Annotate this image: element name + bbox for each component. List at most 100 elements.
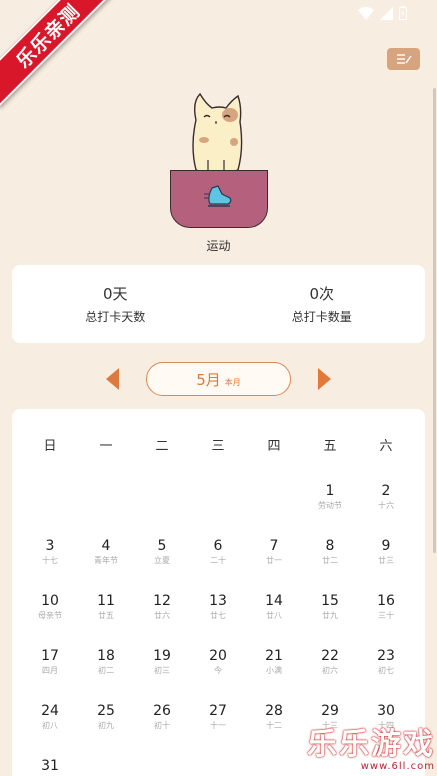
month-sub-label: 本月 [224,378,241,387]
day-lunar-label: 初七 [378,666,394,675]
calendar-day[interactable]: 6 二十 [190,520,246,575]
calendar-day[interactable]: 5 立夏 [134,520,190,575]
day-number: 8 [325,538,335,554]
day-lunar-label: 初九 [98,721,114,730]
calendar: 日 一 二 三 四 五 六 1 劳动节 2 十六 3 十七 4 青年节 5 立夏 6 二十 7 廿一 8 廿二 9 廿三 10 母亲… [12,409,425,776]
scrollbar[interactable] [433,88,436,553]
calendar-empty-cell [134,465,190,520]
day-lunar-label: 今 [214,666,222,675]
day-lunar-label: 初六 [322,666,338,675]
wifi-icon [358,6,374,20]
previous-month-arrow-icon[interactable] [106,368,119,390]
weekday-header: 二 [155,439,169,454]
calendar-day[interactable]: 24 初八 [22,685,78,740]
calendar-day[interactable]: 3 十七 [22,520,78,575]
day-number: 20 [209,648,227,664]
day-number: 28 [265,703,283,719]
day-lunar-label: 廿一 [266,556,282,565]
calendar-empty-cell [246,740,302,776]
calendar-day[interactable]: 19 初三 [134,630,190,685]
calendar-day[interactable]: 1 劳动节 [302,465,358,520]
calendar-day[interactable]: 13 廿七 [190,575,246,630]
day-lunar-label: 十一 [210,721,226,730]
day-lunar-label: 二十 [210,556,226,565]
day-number: 30 [377,703,395,719]
day-number: 29 [321,703,339,719]
day-number: 5 [157,538,167,554]
day-lunar-label: 廿三 [378,556,394,565]
stats-card: 0天 总打卡天数 0次 总打卡数量 [12,265,425,343]
month-selector[interactable]: 5月 本月 [146,362,291,396]
list-edit-icon [396,50,412,69]
calendar-day[interactable]: 10 母亲节 [22,575,78,630]
watermark-url: www.6ll.com [360,761,435,772]
weekday-header: 五 [323,439,337,454]
calendar-day[interactable]: 22 初六 [302,630,358,685]
day-lunar-label: 初八 [42,721,58,730]
day-lunar-label: 三十 [378,611,394,620]
calendar-day[interactable]: 17 四月 [22,630,78,685]
calendar-day[interactable]: 26 初十 [134,685,190,740]
day-lunar-label: 劳动节 [318,501,342,510]
day-lunar-label: 廿七 [210,611,226,620]
day-number: 13 [209,593,227,609]
calendar-grid: 日 一 二 三 四 五 六 1 劳动节 2 十六 3 十七 4 青年节 5 立夏 6 二十 7 廿一 8 廿二 9 廿三 10 母亲… [22,427,414,776]
calendar-day[interactable]: 27 十一 [190,685,246,740]
calendar-day[interactable]: 21 小满 [246,630,302,685]
weekday-header: 六 [379,439,393,454]
activity-pocket[interactable] [170,170,268,228]
day-number: 7 [269,538,279,554]
day-number: 1 [325,483,335,499]
watermark: 乐乐游戏 www.6ll.com [307,727,435,773]
day-number: 22 [321,648,339,664]
calendar-day[interactable]: 9 廿三 [358,520,414,575]
day-lunar-label: 廿五 [98,611,114,620]
cat-illustration [186,90,246,180]
sneaker-icon [204,184,234,214]
day-lunar-label: 立夏 [154,556,170,565]
stat-value: 0天 [102,285,128,303]
day-number: 23 [377,648,395,664]
weekday-header: 一 [99,439,113,454]
calendar-empty-cell [190,465,246,520]
calendar-day[interactable]: 15 廿九 [302,575,358,630]
day-number: 31 [41,758,59,774]
calendar-day[interactable]: 7 廿一 [246,520,302,575]
stat-value: 0次 [309,285,335,303]
day-number: 4 [101,538,111,554]
day-lunar-label: 廿二 [322,556,338,565]
calendar-day[interactable]: 28 十二 [246,685,302,740]
day-lunar-label: 十二 [266,721,282,730]
calendar-day[interactable]: 2 十六 [358,465,414,520]
calendar-day[interactable]: 11 廿五 [78,575,134,630]
calendar-day[interactable]: 12 廿六 [134,575,190,630]
stat-label: 总打卡天数 [85,310,146,324]
calendar-day[interactable]: 16 三十 [358,575,414,630]
activity-label: 运动 [206,239,231,253]
calendar-day[interactable]: 31十五 [22,740,78,776]
calendar-day[interactable]: 20 今 [190,630,246,685]
calendar-empty-cell [134,740,190,776]
day-number: 9 [381,538,391,554]
signal-icon [380,6,393,20]
stat-label: 总打卡数量 [291,310,352,324]
calendar-day[interactable]: 25 初九 [78,685,134,740]
menu-button[interactable] [387,48,420,70]
next-month-arrow-icon[interactable] [318,368,331,390]
calendar-empty-cell [190,740,246,776]
battery-icon [399,6,407,20]
calendar-day[interactable]: 23 初七 [358,630,414,685]
calendar-day[interactable]: 4 青年节 [78,520,134,575]
weekday-header: 四 [267,439,281,454]
day-number: 18 [97,648,115,664]
calendar-day[interactable]: 8 廿二 [302,520,358,575]
calendar-day[interactable]: 14 廿八 [246,575,302,630]
day-lunar-label: 十六 [378,501,394,510]
day-number: 3 [45,538,55,554]
watermark-text: 乐乐游戏 [307,727,435,762]
calendar-empty-cell [78,740,134,776]
day-lunar-label: 初十 [154,721,170,730]
day-lunar-label: 廿八 [266,611,282,620]
calendar-day[interactable]: 18 初二 [78,630,134,685]
day-number: 24 [41,703,59,719]
